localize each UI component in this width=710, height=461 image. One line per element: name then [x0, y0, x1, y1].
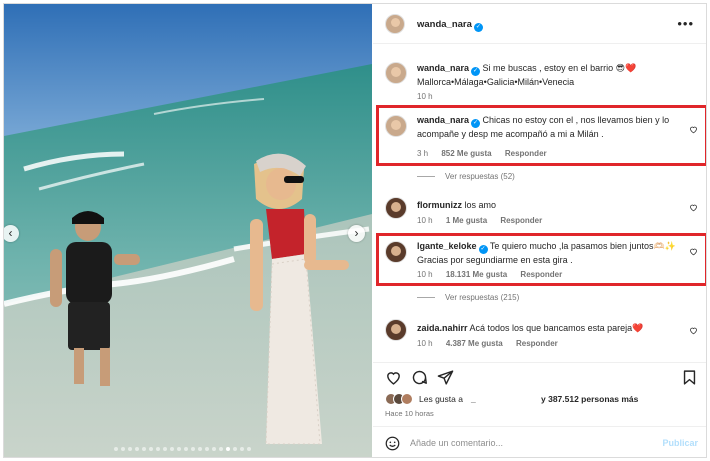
carousel-dot [205, 447, 209, 451]
header-username-text[interactable]: wanda_nara [417, 19, 472, 30]
post-time: Hace 10 horas [385, 409, 434, 418]
carousel-dot-active [226, 447, 230, 451]
like-heart-icon[interactable] [689, 125, 698, 134]
bookmark-icon[interactable] [681, 369, 698, 386]
carousel-dot [184, 447, 188, 451]
next-photo-button[interactable]: › [348, 225, 365, 242]
comment-username[interactable]: zaida.nahirr [417, 323, 468, 333]
reply-button[interactable]: Responder [500, 216, 542, 225]
likes-summary: Les gusta a _ y 387.512 personas más [385, 393, 705, 407]
comment-time: 10 h [417, 339, 433, 348]
carousel-dot [128, 447, 132, 451]
avatar[interactable] [385, 319, 407, 341]
comment-text: los amo [464, 200, 497, 210]
carousel-dot [247, 447, 251, 451]
verified-icon: ✓ [471, 67, 481, 76]
likes-prefix: Les gusta a [419, 394, 463, 404]
carousel-dot [177, 447, 181, 451]
comment-body: wanda_nara ✓ Chicas no estoy con el , nos… [417, 114, 687, 140]
carousel-dot [121, 447, 125, 451]
carousel-dot [163, 447, 167, 451]
avatar[interactable] [385, 197, 407, 219]
carousel-dot [149, 447, 153, 451]
post-dialog: ‹ › wanda_nara ✓ ••• wanda_nara ✓ Si me … [3, 3, 707, 458]
emoji-icon[interactable] [385, 436, 400, 451]
add-comment-bar: Publicar [373, 426, 706, 457]
carousel-dot [191, 447, 195, 451]
carousel-dot [170, 447, 174, 451]
comment-body: zaida.nahirr Acá todos los que bancamos … [417, 322, 687, 334]
carousel-indicator [114, 447, 251, 451]
like-heart-icon[interactable] [689, 247, 698, 256]
comment-likes[interactable]: 18.131 Me gusta [446, 270, 507, 279]
comment-meta: 10 h 18.131 Me gusta Responder [417, 270, 573, 279]
reply-button[interactable]: Responder [520, 270, 562, 279]
carousel-dot [156, 447, 160, 451]
comment-icon[interactable] [411, 369, 428, 386]
caption-username-text[interactable]: wanda_nara [417, 63, 469, 73]
comment-username-text[interactable]: lgante_keloke [417, 241, 477, 251]
caption-time: 10 h [417, 92, 433, 101]
heart-icon[interactable] [385, 369, 402, 386]
comment-time: 10 h [417, 216, 433, 225]
post-header: wanda_nara ✓ ••• [373, 4, 706, 44]
comment-username[interactable]: lgante_keloke ✓ [417, 241, 488, 254]
post-button[interactable]: Publicar [662, 438, 698, 448]
comment-time: 10 h [417, 270, 433, 279]
likes-name[interactable]: _ [471, 394, 476, 404]
carousel-dot [219, 447, 223, 451]
post-photo[interactable]: ‹ › [4, 4, 372, 457]
avatar[interactable] [385, 62, 407, 84]
avatar[interactable] [385, 14, 405, 34]
reply-button[interactable]: Responder [516, 339, 558, 348]
comment-body: flormunizz los amo [417, 199, 687, 211]
carousel-dot [198, 447, 202, 451]
avatar [401, 393, 413, 405]
verified-icon: ✓ [473, 23, 483, 32]
likes-suffix[interactable]: y 387.512 personas más [541, 394, 638, 404]
comments-panel: wanda_nara ✓ ••• wanda_nara ✓ Si me buscas… [373, 4, 706, 457]
verified-icon: ✓ [471, 119, 481, 128]
like-heart-icon[interactable] [689, 326, 698, 335]
comment-likes[interactable]: 1 Me gusta [446, 216, 487, 225]
avatar[interactable] [385, 115, 407, 137]
caption-username[interactable]: wanda_nara ✓ [417, 63, 481, 76]
beach-photo-illustration [4, 4, 372, 457]
carousel-dot [114, 447, 118, 451]
comment-meta: 10 h 1 Me gusta Responder [417, 216, 553, 225]
carousel-dot [240, 447, 244, 451]
header-username[interactable]: wanda_nara ✓ [417, 19, 483, 32]
caption-body: wanda_nara ✓ Si me buscas , estoy en el b… [417, 62, 687, 88]
view-replies-button[interactable]: Ver respuestas (52) [417, 172, 515, 181]
verified-icon: ✓ [478, 245, 488, 254]
comment-text: Acá todos los que bancamos esta pareja❤️ [469, 323, 644, 333]
view-replies-button[interactable]: Ver respuestas (215) [417, 293, 519, 302]
share-icon[interactable] [437, 369, 454, 386]
comment-likes[interactable]: 4.387 Me gusta [446, 339, 503, 348]
comment-meta: 10 h 4.387 Me gusta Responder [417, 339, 569, 348]
carousel-dot [135, 447, 139, 451]
comment-likes[interactable]: 852 Me gusta [441, 149, 491, 158]
caption-meta: 10 h [417, 92, 444, 101]
more-horizontal-icon[interactable]: ••• [677, 16, 694, 31]
like-heart-icon[interactable] [689, 203, 698, 212]
comment-username-text[interactable]: wanda_nara [417, 115, 469, 125]
comment-input[interactable] [410, 435, 650, 451]
comment-username[interactable]: flormunizz [417, 200, 462, 210]
carousel-dot [233, 447, 237, 451]
avatar[interactable] [385, 241, 407, 263]
carousel-dot [142, 447, 146, 451]
comment-username[interactable]: wanda_nara ✓ [417, 115, 481, 128]
reply-button[interactable]: Responder [505, 149, 547, 158]
comment-body: lgante_keloke ✓ Te quiero mucho ,la pasam… [417, 240, 687, 266]
carousel-dot [212, 447, 216, 451]
action-bar [373, 362, 706, 392]
comment-time: 3 h [417, 149, 429, 158]
comment-meta: 3 h 852 Me gusta Responder [417, 149, 558, 158]
